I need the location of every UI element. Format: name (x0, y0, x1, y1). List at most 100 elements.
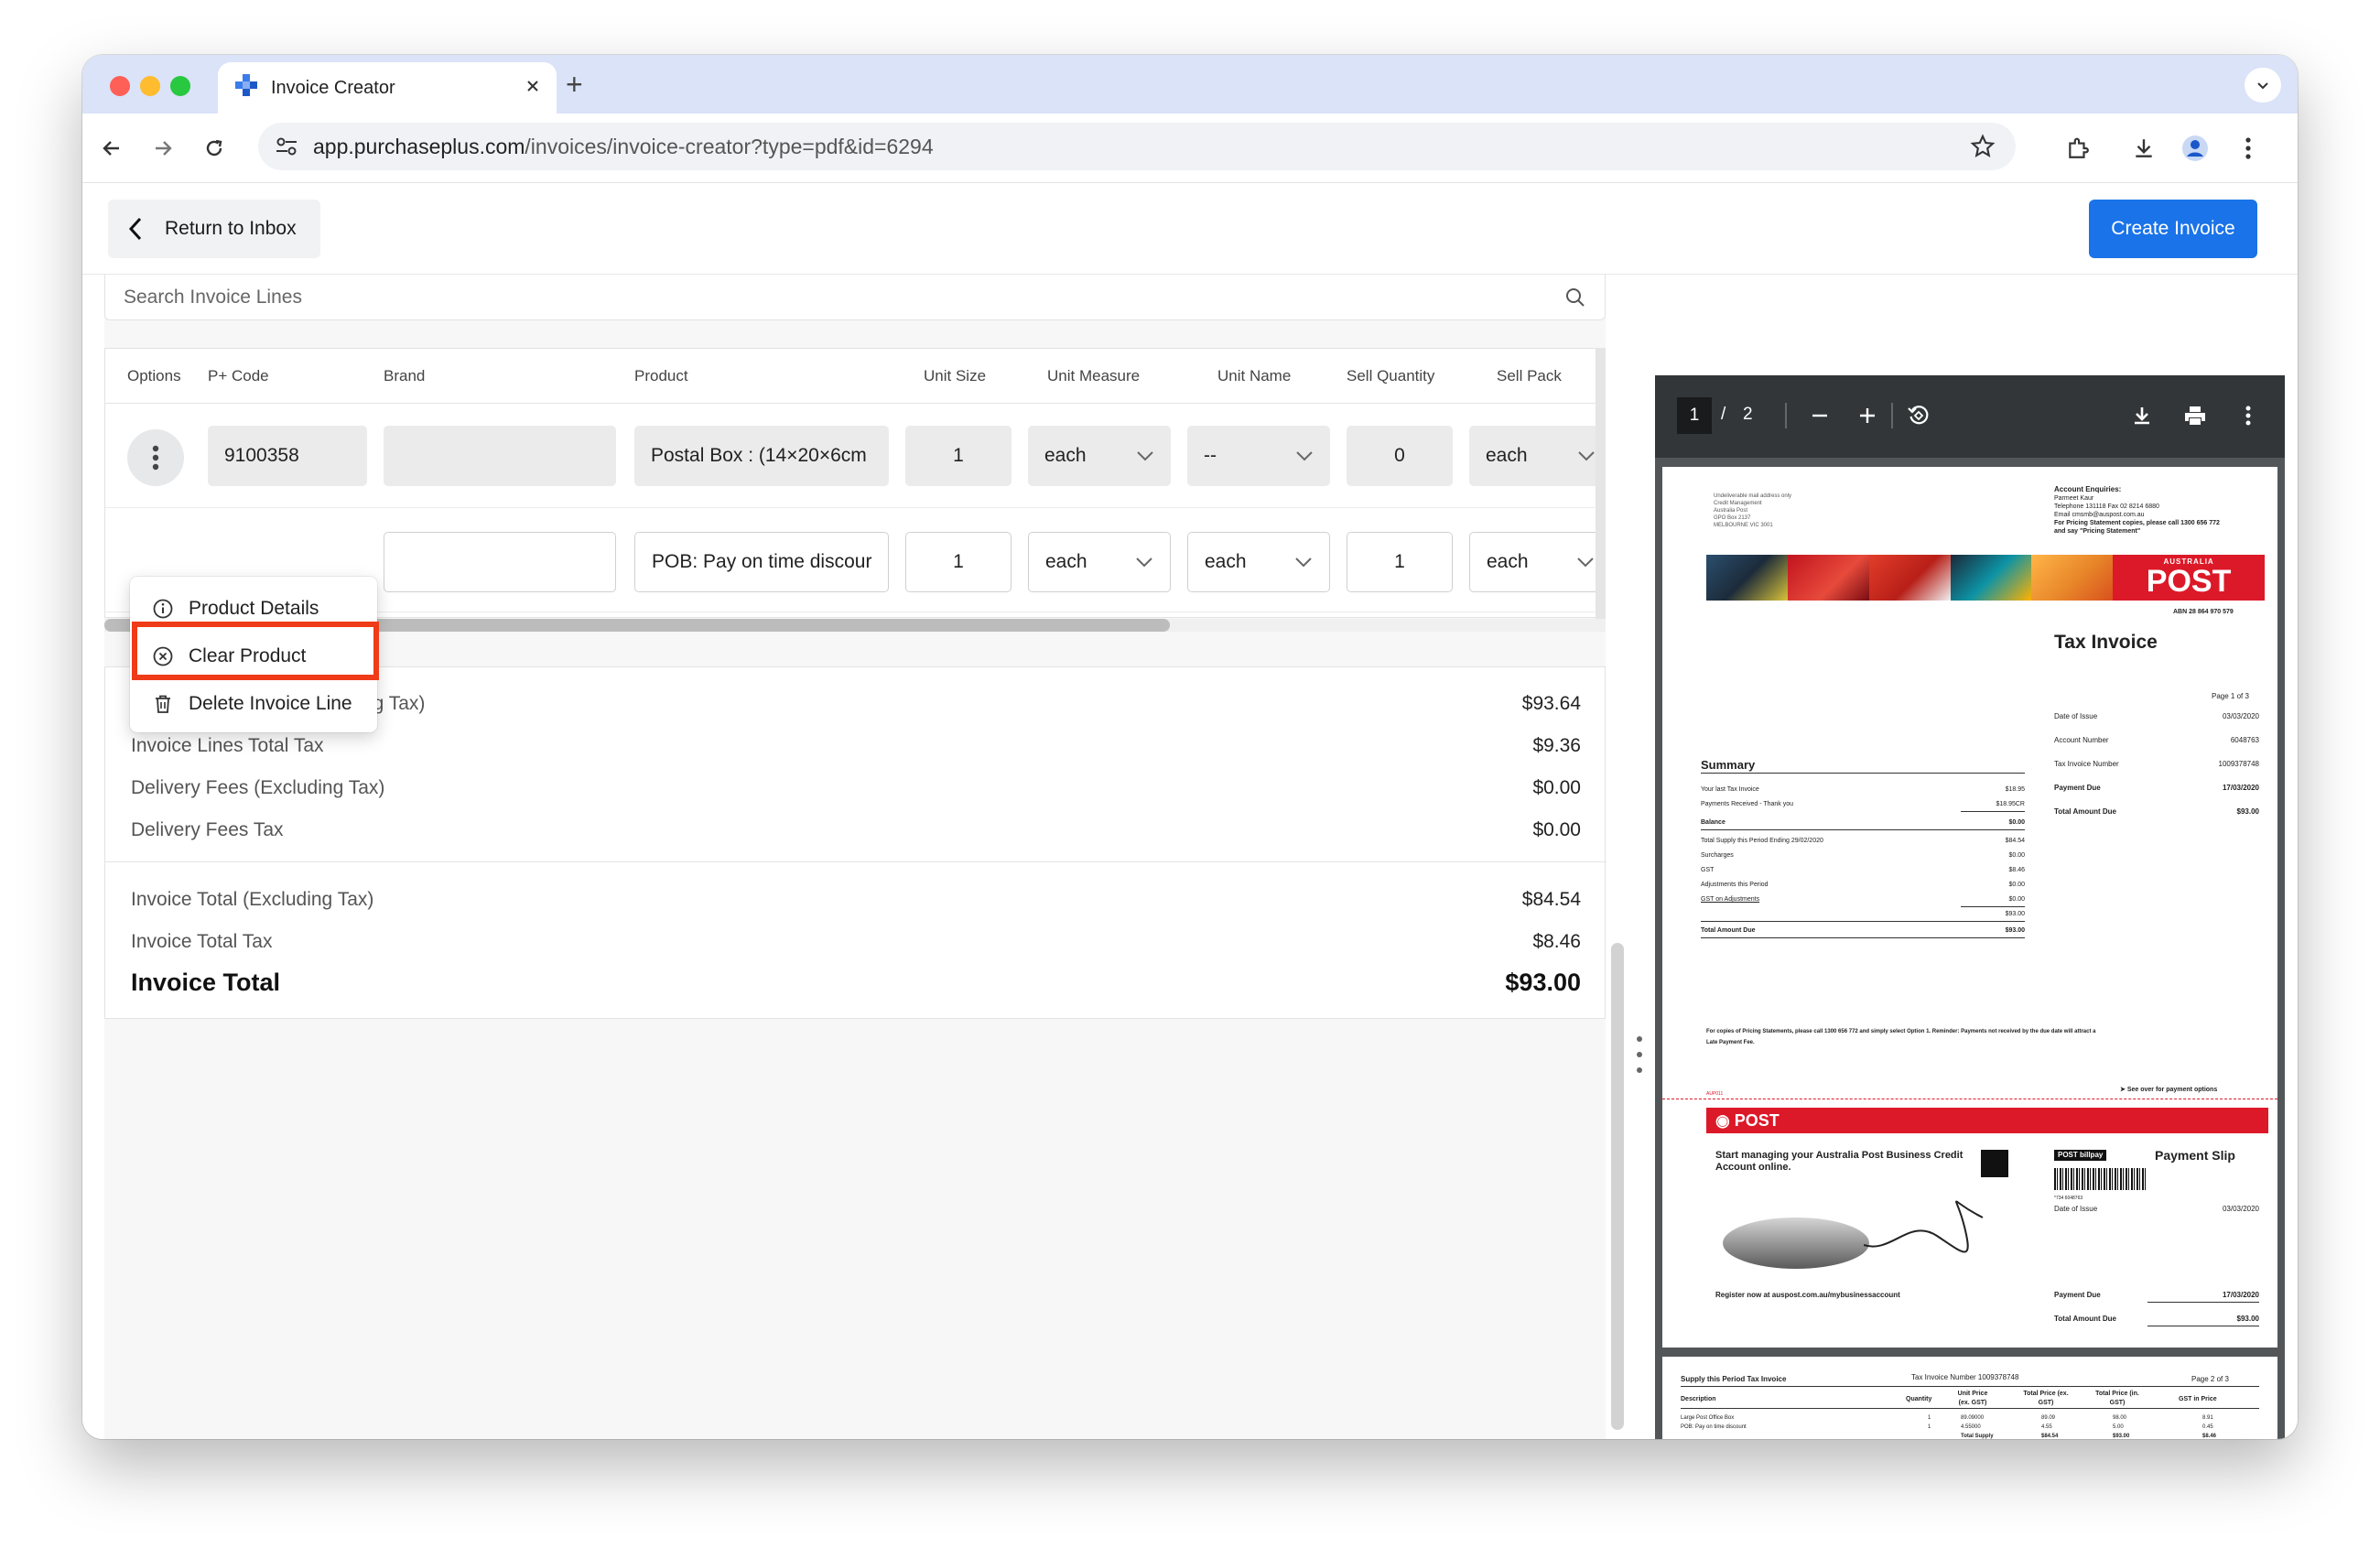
sell-pack-select[interactable]: each (1469, 532, 1606, 592)
return-address: Undeliverable mail address only Credit Ma… (1714, 493, 1792, 528)
chevron-down-icon (1137, 451, 1153, 461)
close-tab-icon[interactable] (525, 78, 540, 99)
payment-slip-title: Payment Slip (2155, 1148, 2235, 1163)
unit-size-field[interactable]: 1 (905, 426, 1012, 486)
chevron-left-icon (128, 217, 142, 241)
bookmark-star-icon[interactable] (1970, 134, 1996, 164)
column-header: Options (127, 367, 181, 384)
search-invoice-lines-input[interactable]: Search Invoice Lines (104, 275, 1606, 320)
row-options-menu: Product Details Clear Product Delete Inv… (130, 577, 377, 732)
sell-quantity-field[interactable]: 1 (1347, 532, 1453, 592)
australia-post-logo: AUSTRALIA POST (2113, 555, 2265, 601)
column-header: Unit Measure (1047, 367, 1141, 384)
chevron-down-icon (1296, 451, 1313, 461)
summary-title: Summary (1701, 758, 1756, 772)
reload-icon (206, 139, 222, 157)
pplus-code-field[interactable]: 9100358 (208, 426, 367, 486)
pdf-toolbar: 1 / 2 (1655, 375, 2285, 458)
barcode-image (2054, 1168, 2146, 1190)
pdf-print-button[interactable] (2177, 397, 2213, 434)
product-field[interactable]: Postal Box : (14×20×6cm (634, 426, 889, 486)
vertical-scrollbar[interactable] (1611, 943, 1624, 1430)
navigation-bar: app.purchaseplus.com/invoices/invoice-cr… (82, 114, 2298, 183)
plus-icon (1860, 408, 1875, 423)
column-header: Unit Size (924, 367, 987, 384)
post-icon (1981, 1150, 2008, 1177)
back-button[interactable] (93, 130, 130, 167)
pdf-more-button[interactable] (2230, 397, 2266, 434)
rotate-button[interactable] (1900, 397, 1937, 434)
trash-icon (156, 695, 170, 713)
close-window-button[interactable] (110, 76, 130, 96)
mouse-image (1723, 1218, 1869, 1269)
table-right-edge (1596, 348, 1606, 632)
account-enquiries: Parmeet Kaur Telephone 131118 Fax 02 8214… (2054, 495, 2220, 535)
kebab-menu-icon (2245, 406, 2251, 426)
sell-pack-select[interactable]: each (1469, 426, 1606, 486)
unit-size-field[interactable]: 1 (905, 532, 1012, 592)
column-header: P+ Code (208, 367, 269, 384)
account-enquiries-title: Account Enquiries: (2054, 485, 2122, 493)
column-header: Product (634, 367, 688, 384)
reload-button[interactable] (196, 130, 233, 167)
search-placeholder: Search Invoice Lines (124, 286, 302, 308)
unit-measure-select[interactable]: each (1028, 532, 1171, 592)
tab-search-button[interactable] (2245, 68, 2281, 103)
chevron-down-icon (1577, 557, 1594, 568)
pdf-page-number-input[interactable]: 1 (1677, 397, 1712, 434)
unit-name-select[interactable]: -- (1187, 426, 1330, 486)
column-header: Unit Name (1217, 367, 1292, 384)
avatar-icon (2182, 135, 2208, 161)
url-text: app.purchaseplus.com/invoices/invoice-cr… (313, 135, 934, 158)
pdf-viewer: 1 / 2 Undeliverable mail address only Cre… (1655, 375, 2285, 1439)
page-content: Return to Inbox Create Invoice Search In… (82, 183, 2298, 1439)
chevron-down-icon (1295, 557, 1312, 568)
totals-row: Invoice Total (Excluding Tax) $84.54 (131, 889, 1581, 910)
arrow-left-icon (103, 141, 119, 156)
australia-post-banner: AUSTRALIA POST (1706, 555, 2265, 601)
return-to-inbox-button[interactable]: Return to Inbox (108, 200, 320, 258)
unit-name-select[interactable]: each (1187, 532, 1330, 592)
sell-quantity-field[interactable]: 0 (1347, 426, 1453, 486)
tab-invoice-creator[interactable]: Invoice Creator (218, 62, 557, 114)
panel-resize-handle[interactable] (1637, 1036, 1642, 1073)
profile-button[interactable] (2177, 130, 2213, 167)
minus-icon (1812, 414, 1827, 417)
column-header: Brand (384, 367, 426, 384)
product-details-menu-item[interactable]: Product Details (130, 586, 377, 632)
puzzle-icon (2069, 137, 2089, 158)
zoom-in-button[interactable] (1849, 397, 1886, 434)
site-settings-icon[interactable] (275, 135, 298, 162)
product-field[interactable]: POB: Pay on time discour (634, 532, 889, 592)
clear-product-menu-item[interactable]: Clear Product (130, 633, 377, 679)
tab-strip: Invoice Creator + (82, 55, 2298, 114)
unit-measure-select[interactable]: each (1028, 426, 1171, 486)
billpay-logo: POST billpay (2054, 1150, 2107, 1161)
brand-field[interactable] (384, 426, 616, 486)
brand-field[interactable] (384, 532, 616, 592)
zoom-out-button[interactable] (1801, 397, 1838, 434)
pdf-page-1: Undeliverable mail address only Credit Ma… (1662, 467, 2277, 1348)
address-bar[interactable]: app.purchaseplus.com/invoices/invoice-cr… (258, 123, 2016, 170)
downloads-button[interactable] (2126, 130, 2162, 167)
page-header: Return to Inbox Create Invoice (82, 183, 2298, 275)
kebab-menu-icon (152, 445, 159, 471)
pdf-download-button[interactable] (2124, 397, 2160, 434)
chevron-down-icon (1136, 557, 1152, 568)
totals-row: Invoice Total Tax $8.46 (131, 931, 1581, 952)
tab-title: Invoice Creator (271, 77, 395, 98)
pdf-page-2: Supply this Period Tax Invoice Tax Invoi… (1662, 1357, 2277, 1439)
new-tab-button[interactable]: + (566, 68, 583, 101)
pdf-page-separator: / (1721, 405, 1726, 424)
create-invoice-button[interactable]: Create Invoice (2089, 200, 2257, 258)
purchaseplus-favicon-icon (234, 73, 258, 103)
browser-menu-button[interactable] (2230, 130, 2266, 167)
forward-button[interactable] (145, 130, 181, 167)
totals-divider (105, 861, 1606, 862)
table-row: 9100358 Postal Box : (14×20×6cm 1 each -… (105, 404, 1606, 508)
delete-invoice-line-menu-item[interactable]: Delete Invoice Line (130, 681, 377, 727)
zoom-window-button[interactable] (170, 76, 190, 96)
extensions-button[interactable] (2060, 130, 2096, 167)
minimize-window-button[interactable] (140, 76, 160, 96)
row-options-button[interactable] (127, 429, 184, 486)
